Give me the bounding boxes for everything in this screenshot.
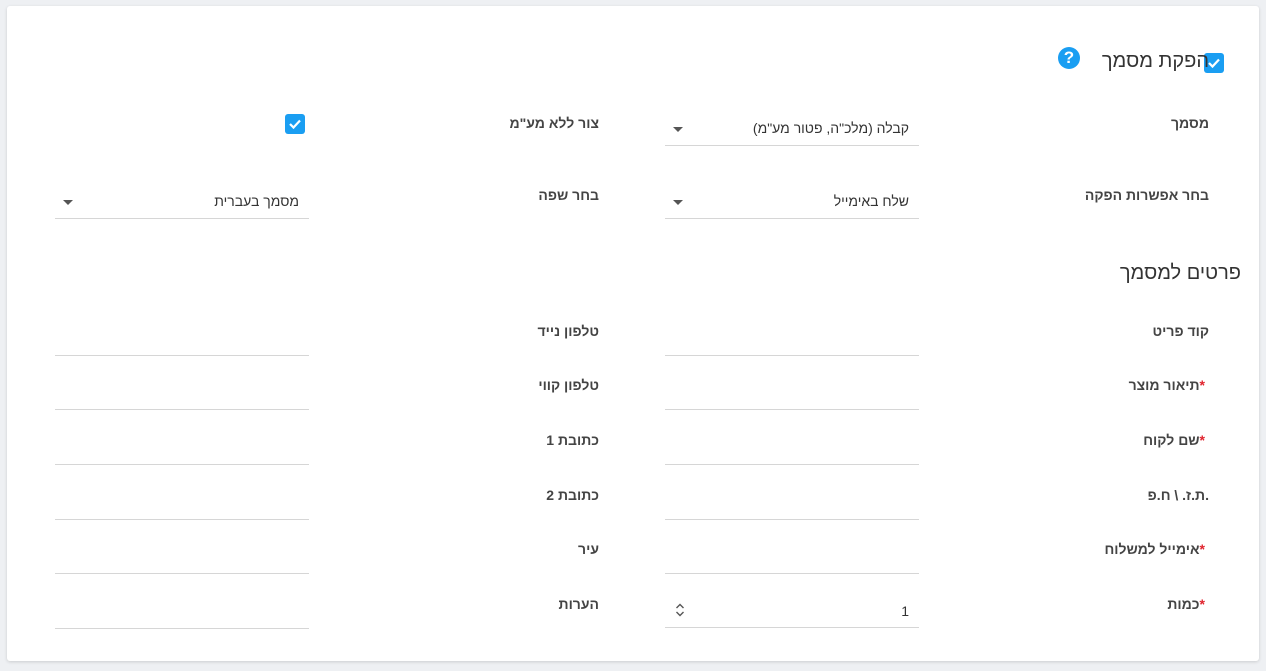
language-select-value: מסמך בעברית	[214, 193, 299, 209]
address2-label: כתובת 2	[546, 487, 599, 503]
document-label: מסמך	[1170, 115, 1209, 131]
quantity-value: 1	[901, 603, 909, 619]
mobile-phone-input[interactable]	[55, 354, 309, 356]
stepper-arrows-icon[interactable]	[675, 602, 685, 618]
id-number-input[interactable]	[665, 518, 919, 520]
city-label: עיר	[578, 541, 599, 557]
language-select-underline	[55, 217, 309, 219]
language-label: בחר שפה	[538, 187, 599, 203]
issue-option-underline	[665, 217, 919, 219]
product-description-input[interactable]	[665, 408, 919, 410]
address2-input[interactable]	[55, 518, 309, 520]
city-input[interactable]	[55, 572, 309, 574]
id-number-label: ת.ז. \ ח.פ.	[1147, 487, 1209, 503]
issue-option-select-value: שלח באימייל	[833, 193, 909, 209]
quantity-underline	[665, 626, 919, 628]
document-select[interactable]: קבלה (מלכ"ה, פטור מע"מ)	[665, 114, 919, 146]
delivery-email-label: אימייל למשלוח*	[1104, 541, 1205, 557]
document-select-underline	[665, 144, 919, 146]
chevron-down-icon	[63, 200, 73, 205]
required-asterisk: *	[1199, 541, 1205, 557]
issue-option-select[interactable]: שלח באימייל	[665, 187, 919, 219]
details-section-title: פרטים למסמך	[1119, 262, 1241, 284]
language-select[interactable]: מסמך בעברית	[55, 187, 309, 219]
question-circle-icon[interactable]: ?	[1058, 47, 1080, 69]
item-code-label: קוד פריט	[1152, 323, 1209, 339]
notes-label: הערות	[558, 596, 599, 612]
address1-input[interactable]	[55, 463, 309, 465]
customer-name-label: שם לקוח*	[1143, 432, 1205, 448]
check-icon	[289, 119, 301, 130]
quantity-label: כמות*	[1167, 596, 1205, 612]
customer-name-input[interactable]	[665, 463, 919, 465]
delivery-email-input[interactable]	[665, 572, 919, 574]
check-icon	[1208, 58, 1220, 69]
landline-phone-input[interactable]	[55, 408, 309, 410]
page-title: הפקת מסמך	[1101, 50, 1209, 72]
notes-input[interactable]	[55, 627, 309, 629]
required-asterisk: *	[1199, 596, 1205, 612]
chevron-down-icon	[673, 127, 683, 132]
chevron-down-icon	[673, 200, 683, 205]
no-vat-checkbox[interactable]	[285, 114, 305, 134]
address1-label: כתובת 1	[546, 432, 599, 448]
required-asterisk: *	[1199, 377, 1205, 393]
document-settings-card: הפקת מסמך ? מסמך קבלה (מלכ"ה, פטור מע"מ)…	[7, 6, 1259, 661]
issue-option-label: בחר אפשרות הפקה	[1084, 187, 1209, 203]
document-select-value: קבלה (מלכ"ה, פטור מע"מ)	[752, 120, 909, 136]
no-vat-label: צור ללא מע"מ	[509, 115, 599, 131]
mobile-phone-label: טלפון נייד	[537, 323, 599, 339]
required-asterisk: *	[1199, 432, 1205, 448]
item-code-input[interactable]	[665, 354, 919, 356]
product-description-label: תיאור מוצר*	[1128, 377, 1205, 393]
landline-phone-label: טלפון קווי	[538, 377, 599, 393]
quantity-stepper[interactable]: 1	[665, 596, 919, 628]
